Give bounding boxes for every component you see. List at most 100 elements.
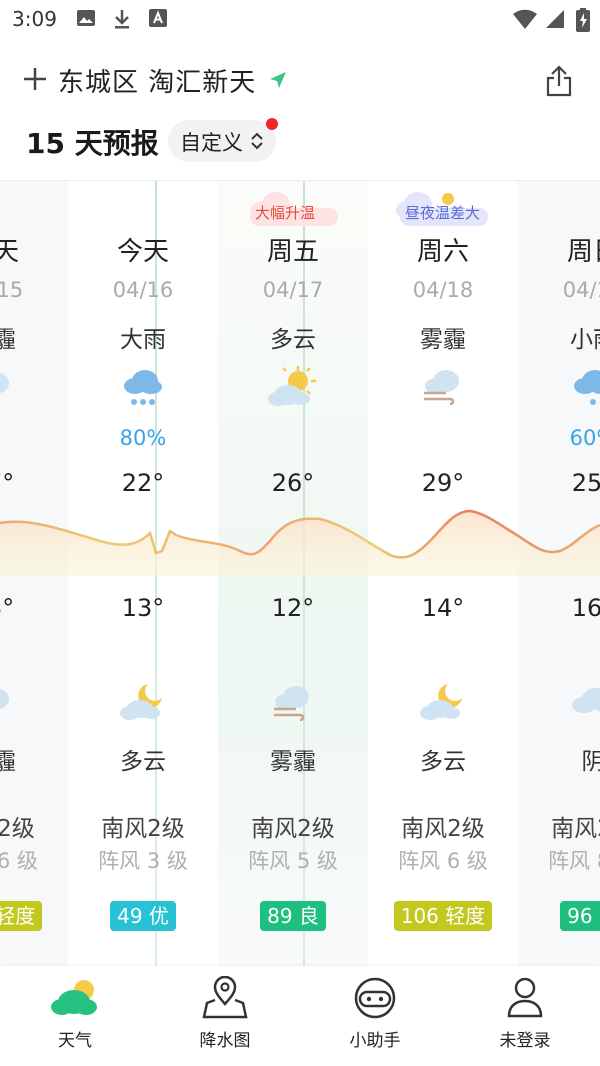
wind-gust: 阵风 6 级 — [0, 849, 38, 873]
nav-assistant[interactable]: 小助手 — [300, 966, 450, 1066]
weekday: 周五 — [266, 237, 319, 267]
aqi-badge: 49 优 — [68, 901, 218, 931]
date: 04/15 — [0, 278, 24, 302]
wind-gust: 阵风 6 级 — [398, 849, 488, 873]
wind-direction: 南风2级 — [551, 816, 600, 842]
signal-icon — [544, 8, 566, 34]
partly-cloudy-night-icon — [368, 681, 518, 727]
notification-dot — [266, 118, 278, 130]
partly-cloudy-night-icon — [68, 681, 218, 727]
assistant-icon — [350, 976, 400, 1020]
low-temp: 14° — [421, 594, 465, 622]
aqi-badge: 96 良 — [518, 901, 600, 931]
location-title[interactable]: 东城区 淘汇新天 — [58, 62, 256, 99]
low-temp: 12° — [271, 594, 315, 622]
high-temp: 29° — [421, 469, 465, 497]
customize-button[interactable]: 自定义 — [168, 120, 276, 162]
aqi-value: 106 轻度 — [393, 901, 493, 931]
weekday: 今天 — [116, 237, 169, 267]
share-button[interactable] — [543, 64, 575, 102]
badge-text: 大幅升温 — [255, 204, 316, 222]
nav-label: 天气 — [58, 1031, 92, 1051]
haze-icon — [0, 365, 68, 415]
aqi-badge: 89 良 — [218, 901, 368, 931]
day-column[interactable]: 今天 04/16 大雨 80% 22° 13° 多云 南风2级 阵风 3 级 4… — [68, 181, 218, 966]
heavy-rain-icon — [68, 365, 218, 415]
weather-icon — [50, 976, 100, 1020]
high-temp: 26° — [271, 469, 315, 497]
day-condition: 大雨 — [120, 327, 166, 353]
light-rain-icon — [518, 365, 600, 415]
bottom-navigation: 天气 降水图 小助手 未登录 — [0, 966, 600, 1066]
wind-direction: 南风2级 — [401, 816, 485, 842]
night-condition: 多云 — [420, 749, 466, 775]
location-arrow-icon — [268, 70, 288, 94]
sort-caret-icon — [250, 131, 264, 155]
wifi-icon — [512, 8, 538, 34]
weekday: 周六 — [416, 237, 469, 267]
weekday: 昨天 — [0, 237, 19, 267]
partly-cloudy-icon — [218, 365, 368, 415]
aqi-badge: 106 轻度 — [368, 901, 518, 931]
high-temp: 27° — [0, 469, 15, 497]
date: 04/17 — [262, 278, 324, 302]
precipitation-probability: 80% — [119, 426, 167, 450]
add-city-button[interactable] — [20, 64, 50, 94]
day-column[interactable]: 周日 04/19 小雨 60% 25° 16° 阴 南风2级 阵风 8 级 96… — [518, 181, 600, 966]
low-temp: 13° — [0, 594, 15, 622]
share-icon — [546, 65, 572, 97]
nav-account[interactable]: 未登录 — [450, 966, 600, 1066]
badge-text: 昼夜温差大 — [405, 204, 481, 222]
aqi-value: 96 良 — [560, 901, 600, 931]
aqi-value: 49 优 — [110, 901, 176, 931]
low-temp: 13° — [121, 594, 165, 622]
high-temp: 22° — [121, 469, 165, 497]
customize-label: 自定义 — [180, 131, 243, 155]
wind-direction: 南风2级 — [251, 816, 335, 842]
battery-charging-icon — [576, 8, 590, 36]
day-column[interactable]: 昼夜温差大 周六 04/18 雾霾 29° 14° 多云 南风2级 阵风 6 级… — [368, 181, 518, 966]
day-column[interactable]: 大幅升温 周五 04/17 多云 26° 12° 雾霾 南风2级 阵风 5 级 … — [218, 181, 368, 966]
aqi-value: 106 轻度 — [0, 901, 43, 931]
date: 04/19 — [562, 278, 600, 302]
map-pin-icon — [200, 975, 250, 1020]
haze-icon — [0, 681, 68, 727]
nav-label: 未登录 — [499, 1031, 551, 1051]
download-icon — [112, 8, 132, 34]
wind-direction: 南风2级 — [101, 816, 185, 842]
status-time: 3:09 — [12, 7, 57, 31]
night-condition: 阴 — [581, 749, 600, 775]
high-temp: 25° — [571, 469, 600, 497]
forecast-title: 15 天预报 — [26, 127, 159, 160]
aqi-badge: 106 轻度 — [0, 901, 68, 931]
night-condition: 雾霾 — [0, 749, 16, 775]
overcast-icon — [518, 681, 600, 727]
haze-icon — [218, 681, 368, 727]
keyboard-a-icon — [148, 8, 168, 32]
status-bar: 3:09 — [0, 0, 600, 40]
night-condition: 多云 — [120, 749, 166, 775]
nav-label: 降水图 — [199, 1031, 251, 1051]
haze-icon — [368, 365, 518, 415]
day-condition: 雾霾 — [420, 327, 466, 353]
low-temp: 16° — [571, 594, 600, 622]
nav-label: 小助手 — [349, 1031, 401, 1051]
user-icon — [500, 976, 550, 1020]
nav-precipitation-map[interactable]: 降水图 — [150, 966, 300, 1066]
precipitation-probability: 60% — [569, 426, 600, 450]
wind-gust: 阵风 8 级 — [548, 849, 600, 873]
nav-weather[interactable]: 天气 — [0, 966, 150, 1066]
wind-gust: 阵风 5 级 — [248, 849, 338, 873]
weekday: 周日 — [566, 237, 600, 267]
date: 04/18 — [412, 278, 474, 302]
image-notification-icon — [76, 8, 96, 32]
app-header: 东城区 淘汇新天 — [0, 52, 600, 112]
plus-icon — [24, 68, 46, 90]
day-column[interactable]: 昨天 04/15 雾霾 27° 13° 雾霾 南风2级 阵风 6 级 106 轻… — [0, 181, 68, 966]
wind-direction: 南风2级 — [0, 816, 35, 842]
night-condition: 雾霾 — [270, 749, 316, 775]
aqi-value: 89 良 — [260, 901, 326, 931]
wind-gust: 阵风 3 级 — [98, 849, 188, 873]
day-condition: 小雨 — [570, 327, 600, 353]
forecast-board[interactable]: 昨天 04/15 雾霾 27° 13° 雾霾 南风2级 阵风 6 级 106 轻… — [0, 181, 600, 966]
